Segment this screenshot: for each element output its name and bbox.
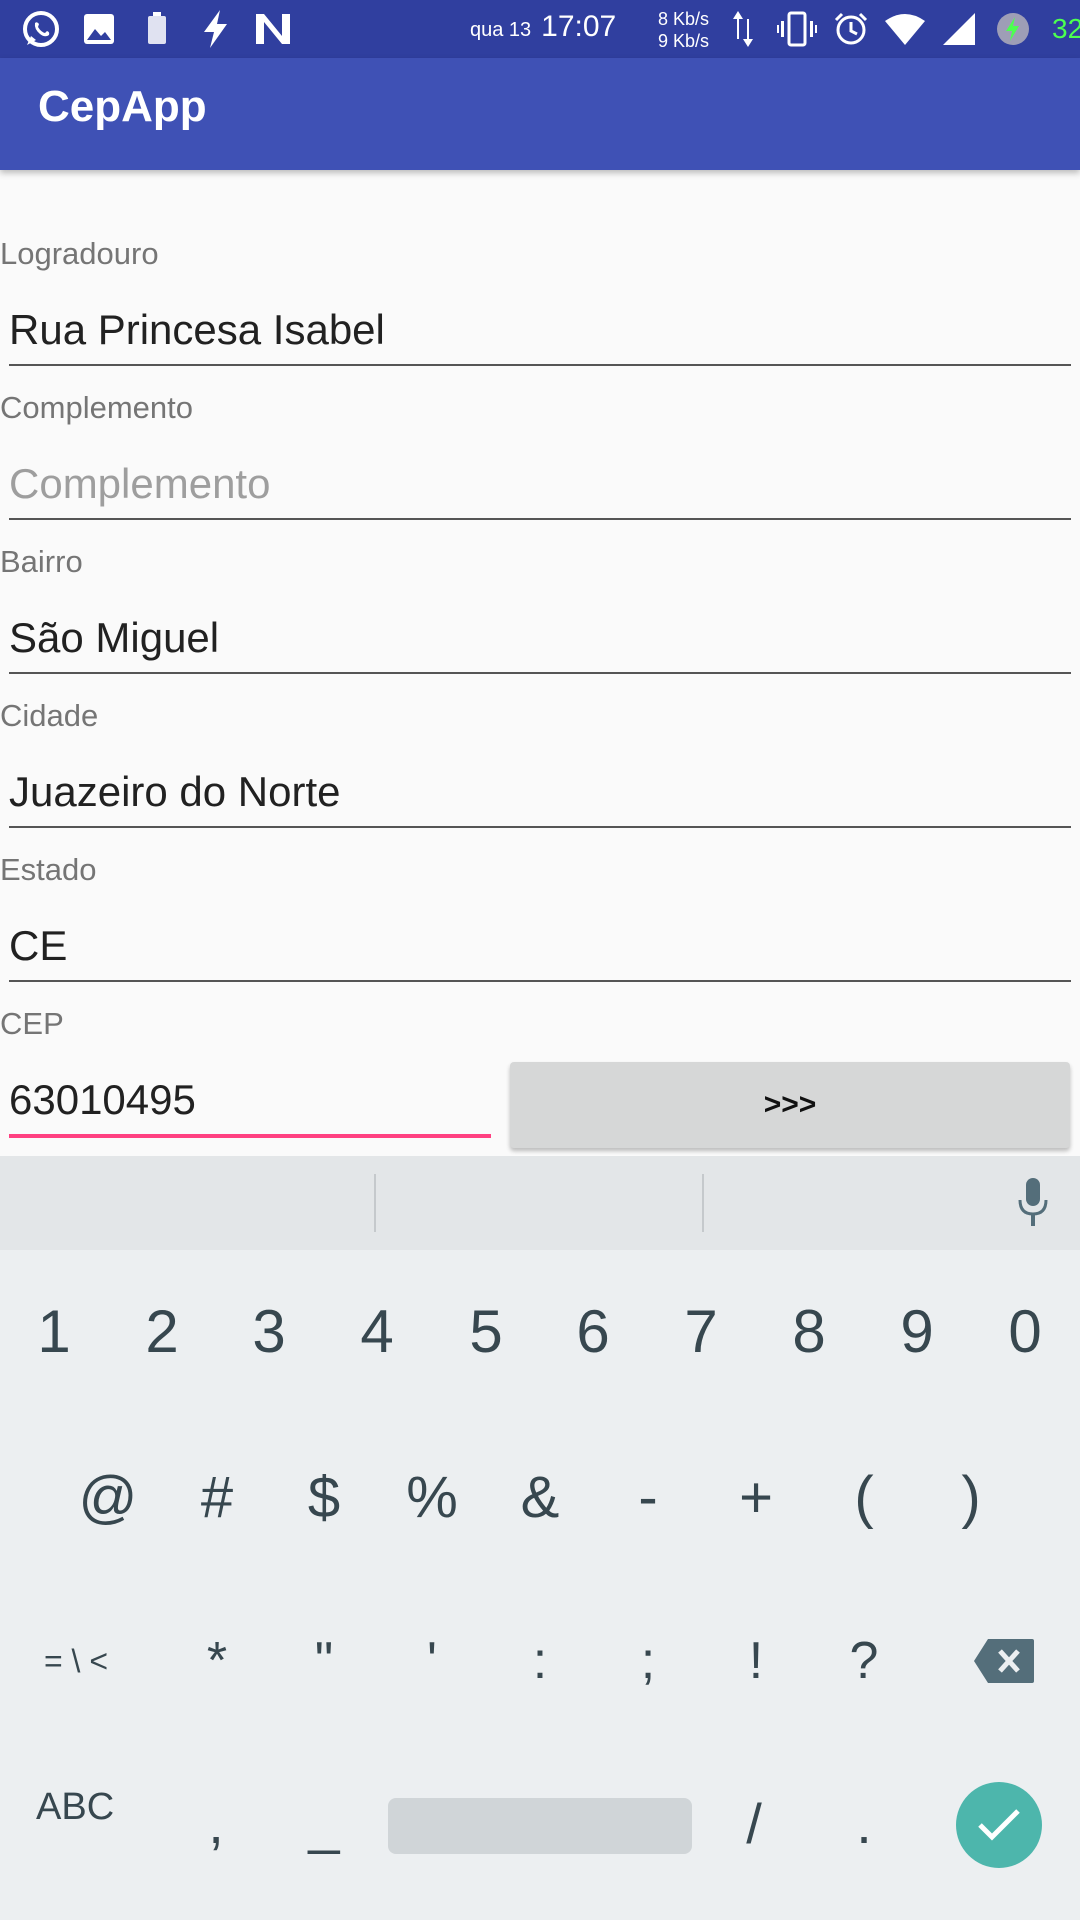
wifi-icon	[884, 8, 926, 50]
key-2[interactable]: 2	[122, 1286, 202, 1376]
key-underscore[interactable]: _	[284, 1778, 364, 1868]
key-5[interactable]: 5	[446, 1286, 526, 1376]
key-more-symbols[interactable]: = \ <	[26, 1616, 126, 1706]
key-8[interactable]: 8	[769, 1286, 849, 1376]
bairro-label: Bairro	[0, 544, 83, 579]
abc-key[interactable]: ABC	[36, 1786, 114, 1829]
keyboard: 1 2 3 4 5 6 7 8 9 0 @ # $ % & - + ( ) = …	[0, 1156, 1080, 1920]
app-bar: CepApp	[0, 58, 1080, 170]
key-open-paren[interactable]: (	[824, 1452, 904, 1542]
estado-field[interactable]: CE	[9, 910, 1071, 982]
space-bar[interactable]	[388, 1798, 692, 1854]
alarm-icon	[830, 8, 872, 50]
key-ampersand[interactable]: &	[500, 1452, 580, 1542]
battery-icon	[992, 8, 1034, 50]
backspace-icon	[974, 1639, 1034, 1683]
suggestion-divider	[374, 1174, 376, 1232]
charging-icon	[194, 8, 236, 50]
battery-saver-icon	[136, 8, 178, 50]
key-single-quote[interactable]: '	[392, 1616, 472, 1706]
n-app-icon	[252, 8, 294, 50]
key-hash[interactable]: #	[177, 1452, 257, 1542]
enter-key[interactable]	[956, 1782, 1042, 1868]
logradouro-label: Logradouro	[0, 236, 159, 271]
cidade-label: Cidade	[0, 698, 99, 733]
data-arrows-icon	[722, 8, 764, 50]
key-question[interactable]: ?	[824, 1616, 904, 1706]
logradouro-field[interactable]: Rua Princesa Isabel	[9, 294, 1071, 366]
cidade-value: Juazeiro do Norte	[9, 768, 341, 815]
key-7[interactable]: 7	[661, 1286, 741, 1376]
key-exclamation[interactable]: !	[716, 1616, 796, 1706]
network-speed: 8 Kb/s 9 Kb/s	[658, 8, 709, 52]
complemento-field[interactable]: Complemento	[9, 448, 1071, 520]
key-minus[interactable]: -	[608, 1452, 688, 1542]
key-plus[interactable]: +	[716, 1452, 796, 1542]
signal-icon	[938, 8, 980, 50]
cep-value: 63010495	[9, 1076, 196, 1123]
key-slash[interactable]: /	[714, 1778, 794, 1868]
checkmark-icon	[978, 1809, 1020, 1841]
whatsapp-icon	[20, 8, 62, 50]
key-period[interactable]: .	[824, 1778, 904, 1868]
speed-up: 8 Kb/s	[658, 9, 710, 29]
key-0[interactable]: 0	[985, 1286, 1065, 1376]
key-semicolon[interactable]: ;	[608, 1616, 688, 1706]
vibrate-icon	[776, 8, 818, 50]
key-at[interactable]: @	[68, 1452, 148, 1542]
estado-label: Estado	[0, 852, 97, 887]
cidade-field[interactable]: Juazeiro do Norte	[9, 756, 1071, 828]
cep-field[interactable]: 63010495	[9, 1064, 491, 1138]
key-close-paren[interactable]: )	[931, 1452, 1011, 1542]
key-6[interactable]: 6	[553, 1286, 633, 1376]
estado-value: CE	[9, 922, 68, 969]
key-double-quote[interactable]: "	[284, 1616, 364, 1706]
app-title: CepApp	[38, 82, 207, 131]
mic-icon[interactable]	[1018, 1178, 1048, 1228]
speed-down: 9 Kb/s	[658, 31, 710, 51]
status-date: qua 13	[470, 19, 532, 41]
complemento-label: Complemento	[0, 390, 193, 425]
key-asterisk[interactable]: *	[177, 1616, 257, 1706]
cep-label: CEP	[0, 1006, 64, 1041]
key-comma[interactable]: ,	[176, 1778, 256, 1868]
complemento-placeholder: Complemento	[9, 460, 271, 507]
key-1[interactable]: 1	[14, 1286, 94, 1376]
key-4[interactable]: 4	[337, 1286, 417, 1376]
status-time: 17:07	[541, 10, 617, 43]
bairro-field[interactable]: São Miguel	[9, 602, 1071, 674]
backspace-key[interactable]	[964, 1616, 1044, 1706]
suggestion-strip	[0, 1156, 1080, 1250]
logradouro-value: Rua Princesa Isabel	[9, 306, 385, 353]
gallery-icon	[78, 8, 120, 50]
key-percent[interactable]: %	[392, 1452, 472, 1542]
search-cep-button[interactable]: >>>	[510, 1062, 1070, 1148]
key-dollar[interactable]: $	[284, 1452, 364, 1542]
suggestion-divider	[702, 1174, 704, 1232]
key-3[interactable]: 3	[229, 1286, 309, 1376]
status-bar: qua 13 17:07 8 Kb/s 9 Kb/s 32%	[0, 0, 1080, 58]
key-colon[interactable]: :	[500, 1616, 580, 1706]
battery-percent: 32%	[1052, 13, 1080, 44]
bairro-value: São Miguel	[9, 614, 220, 661]
key-9[interactable]: 9	[877, 1286, 957, 1376]
